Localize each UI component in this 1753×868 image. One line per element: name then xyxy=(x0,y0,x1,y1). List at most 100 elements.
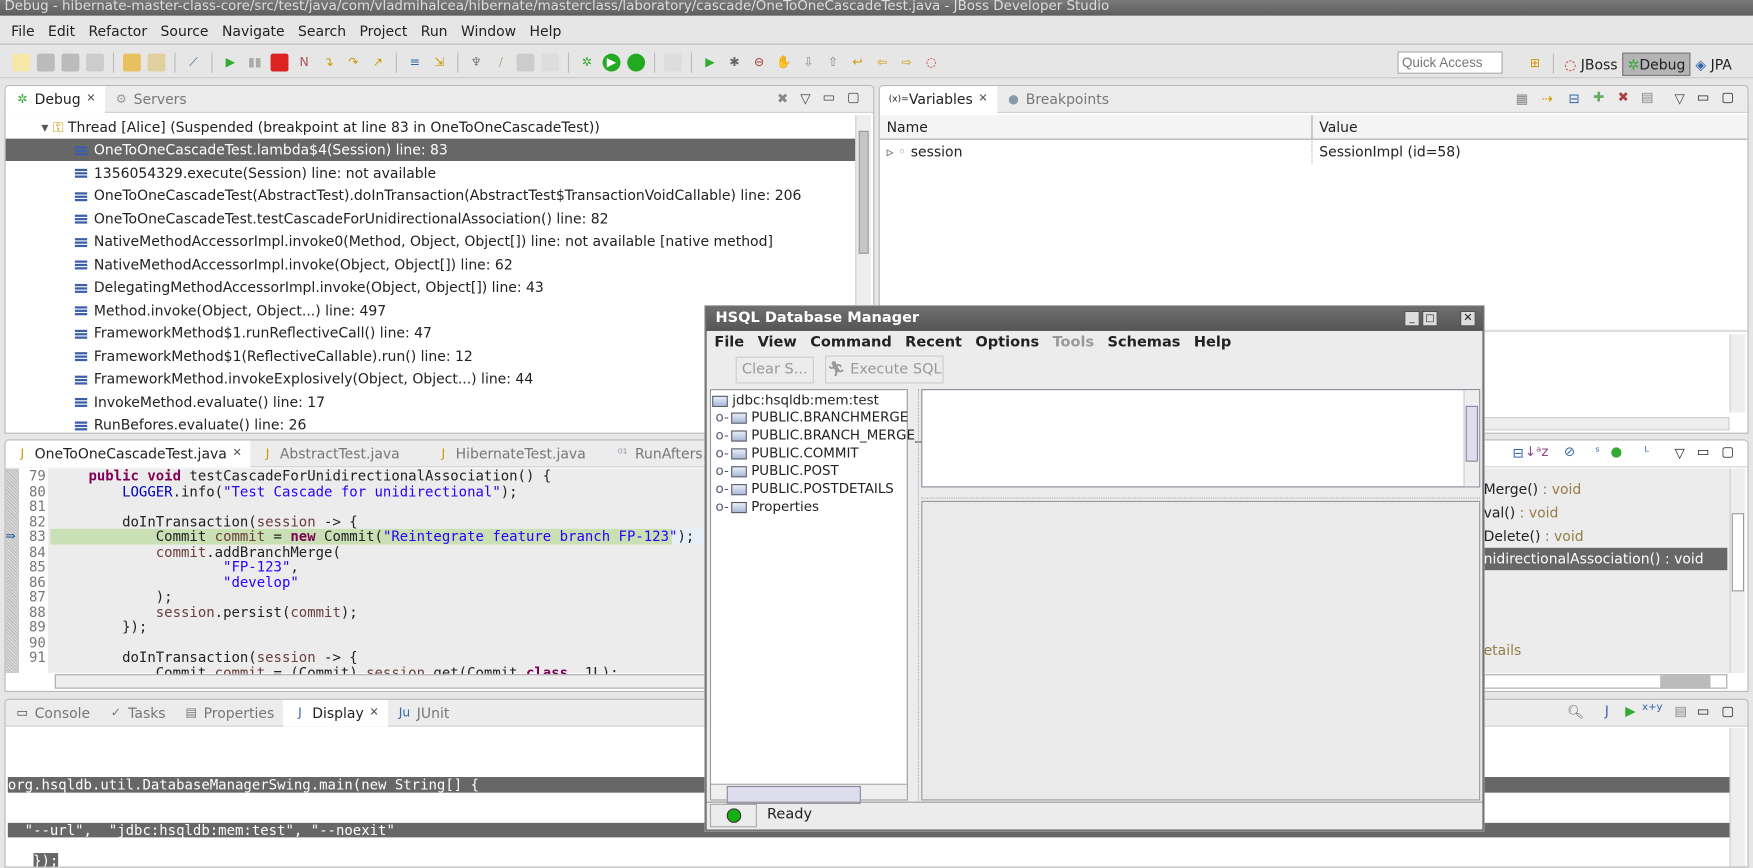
expand-handle-icon[interactable]: o- xyxy=(716,481,729,497)
step-return-icon[interactable]: ↗ xyxy=(369,53,387,71)
step-over-icon[interactable]: ↷ xyxy=(344,53,362,71)
hsql-menu-schemas[interactable]: Schemas xyxy=(1108,334,1181,351)
perspective-jpa[interactable]: ◈ JPA xyxy=(1691,53,1736,74)
tree-item[interactable]: o- PUBLIC.BRANCH_MERGE_C xyxy=(711,426,932,444)
close-icon[interactable]: ✕ xyxy=(86,93,95,105)
execute-icon[interactable]: ▶ xyxy=(1625,703,1635,719)
column-value[interactable]: Value xyxy=(1311,115,1358,140)
execute-sql-button[interactable]: 🏃︎ Execute SQL xyxy=(825,355,944,384)
annotation-next-icon[interactable]: ⇩ xyxy=(799,53,817,71)
minimize-button[interactable]: _ xyxy=(1404,310,1420,327)
tab-tasks[interactable]: ✓ Tasks xyxy=(99,700,174,726)
minimize-icon[interactable]: ▭ xyxy=(1697,89,1710,105)
add-watch-icon[interactable]: ✚ xyxy=(1593,89,1604,105)
outline-hscroll[interactable] xyxy=(1483,674,1728,689)
resume-icon[interactable]: ▶ xyxy=(221,53,239,71)
tree-item[interactable]: o- Properties xyxy=(711,498,907,516)
tab-hibernatetest[interactable]: J HibernateTest.java xyxy=(427,440,595,466)
minimize-icon[interactable]: ▭ xyxy=(822,89,835,105)
drop-to-frame-icon[interactable]: ≡ xyxy=(406,53,424,71)
outline-vscroll-thumb[interactable] xyxy=(1731,513,1745,592)
maximize-icon[interactable]: ▢ xyxy=(1721,703,1734,719)
menu-edit[interactable]: Edit xyxy=(48,22,75,39)
tab-junit[interactable]: Ju JUnit xyxy=(388,700,459,726)
view-menu-icon[interactable]: ▽ xyxy=(1675,91,1685,107)
tree-item[interactable]: o- PUBLIC.COMMIT xyxy=(711,444,907,462)
menu-help[interactable]: Help xyxy=(529,22,561,39)
hide-local-types-icon[interactable]: ᴸ xyxy=(1644,444,1649,460)
hand-icon[interactable]: ✋ xyxy=(775,53,793,71)
close-button[interactable]: ✕ xyxy=(1460,310,1476,327)
hsql-menu-options[interactable]: Options xyxy=(975,334,1039,351)
block-icon[interactable] xyxy=(516,53,535,71)
skip-breakpoints-icon[interactable]: ⟋ xyxy=(184,53,202,71)
collapse-all-icon[interactable]: ⊟ xyxy=(1568,91,1579,107)
para-icon[interactable] xyxy=(541,53,559,71)
run-icon[interactable]: ▶ xyxy=(602,53,621,71)
view-menu-icon[interactable]: ▽ xyxy=(800,91,810,107)
close-icon[interactable]: ✕ xyxy=(978,93,987,105)
expand-handle-icon[interactable]: o- xyxy=(716,499,729,515)
run-external-icon[interactable] xyxy=(627,53,646,71)
details-icon[interactable]: ▤ xyxy=(1641,89,1654,105)
open-perspective-icon[interactable]: ⊞ xyxy=(1526,55,1544,73)
variable-row[interactable]: ▹ ◦ session SessionImpl (id=58) xyxy=(880,140,1748,164)
hsql-menu-recent[interactable]: Recent xyxy=(905,334,962,351)
jboss-central-icon[interactable]: ◌ xyxy=(922,53,940,71)
show-logical-icon[interactable]: ⇢ xyxy=(1542,91,1553,107)
server-icon[interactable] xyxy=(664,53,682,71)
quick-access-input[interactable] xyxy=(1397,51,1503,74)
sql-input-area[interactable] xyxy=(921,389,1481,488)
annotation-prev-icon[interactable]: ⇧ xyxy=(824,53,842,71)
step-filters-icon[interactable]: ⇲ xyxy=(430,53,448,71)
maximize-icon[interactable]: ▢ xyxy=(1721,89,1734,105)
maximize-button[interactable]: □ xyxy=(1422,310,1438,327)
clear-icon[interactable]: ▤ xyxy=(1674,703,1687,719)
menu-navigate[interactable]: Navigate xyxy=(222,22,285,39)
print-icon[interactable] xyxy=(86,53,104,71)
pen-icon[interactable]: / xyxy=(492,53,510,71)
menu-project[interactable]: Project xyxy=(359,22,407,39)
hsql-menu-command[interactable]: Command xyxy=(810,334,892,351)
tree-root[interactable]: jdbc:hsqldb:mem:test xyxy=(711,390,907,408)
clear-sql-button[interactable]: Clear S... xyxy=(735,356,814,384)
outline-item-selected[interactable]: nidirectionalAssociation() : void xyxy=(1479,547,1728,571)
stack-frame[interactable]: OneToOneCascadeTest.lambda$4(Session) li… xyxy=(5,138,856,161)
save-all-icon[interactable] xyxy=(61,53,80,71)
stack-frame[interactable]: OneToOneCascadeTest.testCascadeForUnidir… xyxy=(6,207,856,229)
expand-handle-icon[interactable]: o- xyxy=(716,427,729,443)
hsql-menu-help[interactable]: Help xyxy=(1194,334,1231,351)
perspective-debug[interactable]: ✲Debug xyxy=(1622,51,1691,76)
pin-icon[interactable]: ♆ xyxy=(467,53,485,71)
step-icon[interactable]: ✱ xyxy=(726,53,744,71)
new-icon[interactable] xyxy=(12,53,31,71)
maximize-icon[interactable]: ▢ xyxy=(847,89,860,105)
tab-console[interactable]: ▭ Console xyxy=(6,700,99,726)
expand-handle-icon[interactable]: o- xyxy=(716,463,729,479)
menu-file[interactable]: File xyxy=(11,22,34,39)
forward-icon[interactable]: ⇨ xyxy=(898,53,916,71)
tab-breakpoints[interactable]: ● Breakpoints xyxy=(997,86,1118,112)
hide-nonpublic-icon[interactable]: ● xyxy=(1610,444,1622,460)
hide-static-icon[interactable]: ˢ xyxy=(1595,444,1600,460)
tree-item[interactable]: o- PUBLIC.POSTDETAILS xyxy=(711,480,907,498)
hide-fields-icon[interactable]: ⊘ xyxy=(1564,444,1575,460)
show-type-names-icon[interactable]: ▦ xyxy=(1516,91,1529,107)
remove-icon[interactable]: ✖ xyxy=(1618,89,1629,105)
split-divider[interactable] xyxy=(910,389,919,801)
stack-frame[interactable]: OneToOneCascadeTest(AbstractTest).doInTr… xyxy=(6,184,856,206)
column-name[interactable]: Name xyxy=(887,115,928,140)
maximize-icon[interactable]: ▢ xyxy=(1721,444,1734,460)
debug-scrollbar[interactable] xyxy=(858,130,869,254)
tree-item[interactable]: o- PUBLIC.POST xyxy=(711,462,907,480)
tree-hscroll[interactable] xyxy=(711,783,907,804)
menu-source[interactable]: Source xyxy=(161,22,209,39)
sql-vscroll-thumb[interactable] xyxy=(1465,405,1478,462)
debug-icon[interactable]: ✲ xyxy=(578,53,596,71)
back-icon[interactable]: ⇦ xyxy=(873,53,891,71)
outline-item[interactable]: Delete() : void xyxy=(1484,525,1728,547)
result-divider[interactable] xyxy=(921,490,1481,499)
open-type-icon[interactable] xyxy=(122,53,141,71)
tab-variables[interactable]: (x)= Variables ✕ xyxy=(879,86,997,113)
suspend-icon[interactable]: ▮▮ xyxy=(246,53,264,71)
